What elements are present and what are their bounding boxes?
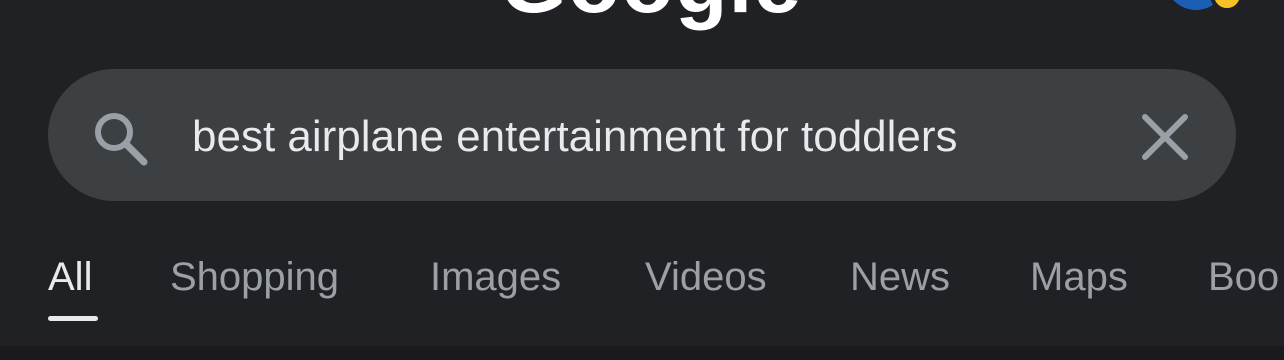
search-input[interactable]: best airplane entertainment for toddlers (192, 108, 1092, 166)
tab-all[interactable]: All (48, 254, 92, 300)
search-icon[interactable] (90, 108, 148, 166)
search-query-text: best airplane entertainment for toddlers (192, 112, 958, 161)
close-icon[interactable] (1136, 108, 1194, 166)
tab-books[interactable]: Boo (1208, 254, 1279, 300)
tab-news[interactable]: News (850, 254, 950, 300)
warning-badge-icon (1210, 0, 1244, 12)
active-tab-indicator (48, 316, 98, 321)
tab-maps[interactable]: Maps (1030, 254, 1128, 300)
google-logo[interactable]: Google (500, 0, 801, 26)
tab-images[interactable]: Images (430, 254, 561, 300)
search-results-page: Google best airplane entertainment for t… (0, 0, 1284, 360)
search-tabs: All Shopping Images Videos News Maps Boo (0, 236, 1284, 346)
tab-shopping[interactable]: Shopping (170, 254, 339, 300)
divider (0, 346, 1284, 360)
tab-videos[interactable]: Videos (645, 254, 767, 300)
